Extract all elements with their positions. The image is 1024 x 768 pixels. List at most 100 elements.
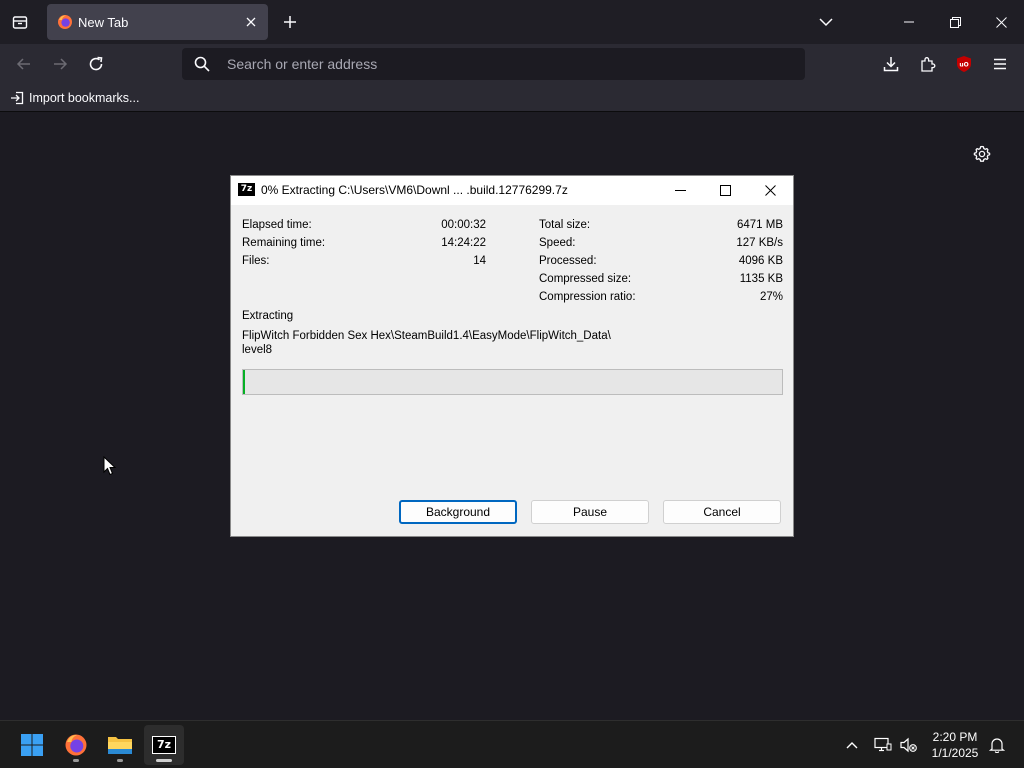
7zip-icon: 7z [152,736,176,754]
forward-button[interactable] [46,50,74,78]
network-status-button[interactable] [871,733,895,757]
clock-time: 2:20 PM [932,730,978,744]
tab-title: New Tab [78,15,129,30]
hamburger-menu-icon [994,58,1006,70]
files-value: 14 [473,255,486,267]
total-size-value: 6471 MB [736,219,783,231]
app-menu-button[interactable] [986,50,1014,78]
close-icon [246,17,256,27]
dialog-maximize-button[interactable] [703,176,748,205]
minimize-icon [675,190,686,191]
7zip-icon: 7z [238,183,255,196]
address-bar[interactable] [182,48,805,80]
extensions-button[interactable] [914,50,942,78]
tab-close-button[interactable] [242,13,260,31]
ublock-origin-icon: uO [957,56,971,72]
extraction-progress-bar [242,369,783,395]
puzzle-piece-icon [921,57,936,72]
show-hidden-icons-button[interactable] [840,733,864,757]
progress-fill [243,370,245,394]
firefox-view-icon [12,16,28,29]
dialog-close-button[interactable] [748,176,793,205]
plus-icon [284,16,296,28]
current-file-path: FlipWitch Forbidden Sex Hex\SteamBuild1.… [242,330,611,342]
elapsed-time-label: Elapsed time: [242,219,312,231]
import-bookmarks-button[interactable]: Import bookmarks... [10,89,139,107]
speed-label: Speed: [539,237,576,249]
total-size-label: Total size: [539,219,591,231]
taskbar-file-explorer[interactable] [100,725,140,765]
current-file-name: level8 [242,344,273,356]
extraction-progress-dialog: 7z 0% Extracting C:\Users\VM6\Downl ... … [230,175,794,537]
remaining-time-label: Remaining time: [242,237,326,249]
pause-button[interactable]: Pause [531,500,649,524]
dialog-titlebar[interactable]: 7z 0% Extracting C:\Users\VM6\Downl ... … [231,176,793,205]
ublock-origin-button[interactable]: uO [950,50,978,78]
tab-strip: New Tab [0,0,1024,44]
folder-icon [108,737,132,754]
restore-window-button[interactable] [932,0,978,44]
running-indicator [117,759,123,762]
chevron-down-icon [819,18,833,27]
tab-new-tab[interactable]: New Tab [47,4,268,40]
firefox-icon [65,734,87,756]
background-button[interactable]: Background [399,500,517,524]
compressed-size-label: Compressed size: [539,273,632,285]
running-indicator [156,759,172,762]
mouse-cursor-icon [103,456,117,476]
search-icon [194,56,210,72]
start-button[interactable] [12,725,52,765]
restore-icon [949,16,961,28]
running-indicator [73,759,79,762]
maximize-icon [720,185,731,196]
close-icon [765,185,776,196]
address-input[interactable] [227,48,787,80]
dialog-title: 0% Extracting C:\Users\VM6\Downl ... .bu… [261,183,568,197]
back-button[interactable] [10,50,38,78]
speaker-muted-icon [900,737,917,753]
taskbar-firefox[interactable] [56,725,96,765]
taskbar: 7z 2:20 PM 1/1/2025 [0,720,1024,768]
clock-date: 1/1/2025 [931,746,979,760]
operation-status: Extracting [242,310,294,322]
system-clock[interactable]: 2:20 PM 1/1/2025 [920,729,990,761]
elapsed-time-value: 00:00:32 [441,219,486,231]
gear-icon [973,145,991,162]
reload-button[interactable] [82,50,110,78]
svg-text:uO: uO [959,62,968,69]
chevron-up-icon [846,742,858,749]
processed-value: 4096 KB [738,255,783,267]
compression-ratio-value: 27% [759,291,783,303]
bookmarks-toolbar: Import bookmarks... [0,84,1024,112]
compressed-size-value: 1135 KB [739,273,783,285]
close-icon [995,16,1007,28]
bell-icon [989,738,1005,753]
files-label: Files: [242,255,270,267]
volume-button[interactable] [897,733,921,757]
download-icon [883,57,899,72]
import-bookmarks-label: Import bookmarks... [29,91,140,105]
forward-arrow-icon [54,58,68,70]
new-tab-button[interactable] [276,8,304,36]
remaining-time-value: 14:24:22 [441,237,486,249]
cancel-button[interactable]: Cancel [663,500,781,524]
back-arrow-icon [16,58,30,70]
list-all-tabs-button[interactable] [812,8,840,36]
minimize-window-button[interactable] [886,0,932,44]
newtab-settings-button[interactable] [970,142,994,166]
minimize-icon [904,21,914,23]
firefox-icon [58,15,72,29]
firefox-view-button[interactable] [6,8,34,36]
network-icon [874,737,892,752]
downloads-button[interactable] [877,50,905,78]
compression-ratio-label: Compression ratio: [539,291,636,303]
close-window-button[interactable] [978,0,1024,44]
import-icon [11,91,24,105]
dialog-minimize-button[interactable] [658,176,703,205]
notifications-button[interactable] [985,733,1009,757]
processed-label: Processed: [539,255,597,267]
speed-value: 127 KB/s [736,237,783,249]
reload-icon [89,56,103,71]
windows-logo-icon [21,734,43,756]
taskbar-7zip[interactable]: 7z [144,725,184,765]
